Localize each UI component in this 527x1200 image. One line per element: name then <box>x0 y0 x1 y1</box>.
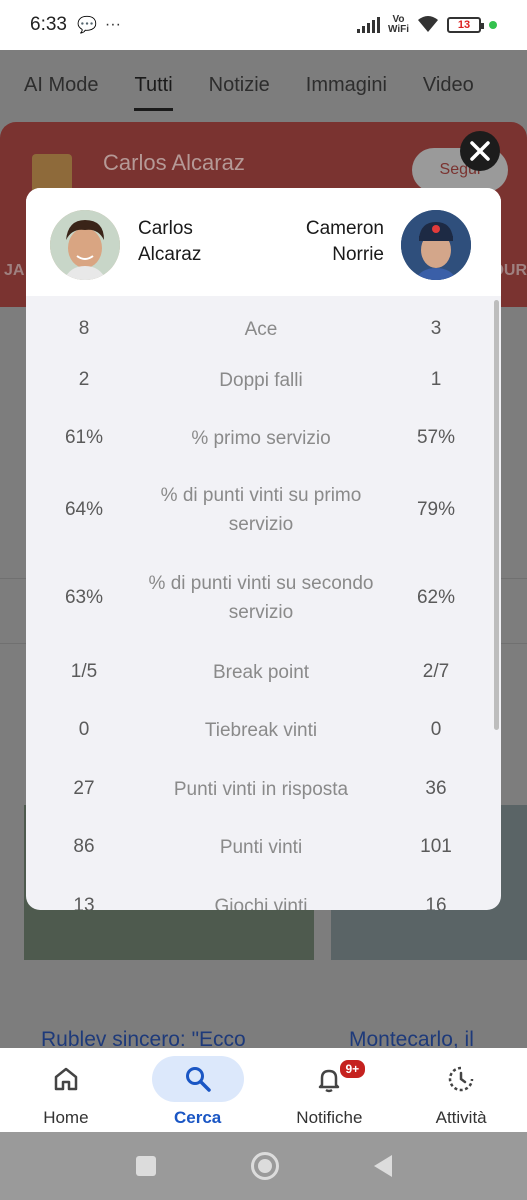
nav-label: Attività <box>435 1108 487 1127</box>
home-system-button[interactable] <box>250 1152 279 1180</box>
nav-home[interactable]: Home <box>0 1048 132 1132</box>
stat-right-value: 0 <box>430 719 442 740</box>
modal-header: Carlos Alcaraz Cameron Norrie <box>26 188 501 296</box>
activity-icon <box>448 1066 474 1092</box>
stat-row: 1/5 Break point 2/7 <box>26 639 501 705</box>
stat-label: Punti vinti in risposta <box>173 778 349 800</box>
battery-icon: 13 <box>447 17 484 33</box>
stat-left-value: 13 <box>73 895 95 910</box>
player-card-left-text: JA <box>4 262 25 279</box>
stat-left-value: 1/5 <box>70 661 98 682</box>
privacy-dot-icon <box>489 21 497 29</box>
nav-label: Cerca <box>173 1108 222 1127</box>
stat-left-value: 64% <box>64 499 104 520</box>
wifi-icon <box>417 15 439 36</box>
stat-row: 86 Punti vinti 101 <box>26 814 501 880</box>
stat-label: Giochi vinti <box>214 895 308 911</box>
stat-left-value: 2 <box>78 369 90 390</box>
nav-label: Home <box>43 1108 89 1127</box>
stat-row: 2 Doppi falli 1 <box>26 347 501 413</box>
stat-row: 64% % di punti vinti su primo servizio 7… <box>26 466 501 554</box>
nav-search[interactable]: Cerca <box>132 1048 264 1132</box>
stat-left-value: 61% <box>64 427 104 448</box>
match-stats-modal: Carlos Alcaraz Cameron Norrie 8 Ace 3 2 <box>26 188 501 910</box>
close-icon <box>470 141 490 161</box>
stat-row: 0 Tiebreak vinti 0 <box>26 697 501 763</box>
recents-button[interactable] <box>135 1156 156 1176</box>
more-icon: ··· <box>104 16 121 33</box>
scrollbar[interactable] <box>494 300 499 730</box>
stat-label: Break point <box>212 661 310 683</box>
vowifi-icon: Vo WiFi <box>387 14 409 35</box>
nav-activity[interactable]: Attività <box>395 1048 527 1132</box>
nav-notifications[interactable]: 9+ Notifiche <box>264 1048 396 1132</box>
stat-row: 61% % primo servizio 57% <box>26 405 501 471</box>
close-button[interactable] <box>460 131 500 171</box>
stat-left-value: 8 <box>78 318 90 339</box>
player-name-left: Carlos Alcaraz <box>138 218 202 265</box>
player-avatar-right <box>401 210 471 280</box>
stat-row: 13 Giochi vinti 16 <box>26 873 501 910</box>
stat-row: 27 Punti vinti in risposta 36 <box>26 756 501 822</box>
stat-left-value: 86 <box>73 836 95 857</box>
stat-label: % di punti vinti su primo servizio <box>160 485 362 535</box>
stat-right-value: 57% <box>416 427 456 448</box>
home-icon <box>54 1067 78 1091</box>
stat-right-value: 1 <box>430 369 442 390</box>
stat-right-value: 36 <box>425 778 447 799</box>
tab-immagini[interactable]: Immagini <box>306 74 387 97</box>
player-name-right: Cameron Norrie <box>305 218 384 265</box>
signal-icon <box>356 17 380 33</box>
notification-badge: 9+ <box>337 1058 368 1080</box>
stat-left-value: 0 <box>78 719 90 740</box>
chat-icon: 💬 <box>76 17 97 34</box>
stat-label: Ace <box>244 318 278 340</box>
tab-tutti[interactable]: Tutti <box>134 74 173 111</box>
stat-left-value: 63% <box>64 587 104 608</box>
tab-notizie[interactable]: Notizie <box>209 74 270 97</box>
bottom-navigation: Home Cerca 9+ Notifiche Attività <box>0 1048 527 1132</box>
stat-label: Tiebreak vinti <box>204 719 318 741</box>
stat-left-value: 27 <box>73 778 95 799</box>
stat-label: Punti vinti <box>219 836 303 858</box>
stat-label: Doppi falli <box>219 369 303 391</box>
stat-right-value: 16 <box>425 895 447 910</box>
tab-video[interactable]: Video <box>423 74 474 97</box>
stat-right-value: 101 <box>420 836 452 857</box>
player-avatar-left <box>50 210 120 280</box>
system-navigation-bar <box>0 1132 527 1200</box>
stat-label: % primo servizio <box>191 427 331 449</box>
player-card-name: Carlos Alcaraz <box>103 150 245 175</box>
status-time: 6:33 <box>30 14 67 35</box>
back-button[interactable] <box>373 1155 392 1177</box>
stat-row: 63% % di punti vinti su secondo servizio… <box>26 554 501 642</box>
status-bar: 6:33 💬 ··· Vo WiFi 13 <box>0 0 527 50</box>
nav-label: Notifiche <box>296 1108 363 1127</box>
search-tabs: AI Mode Tutti Notizie Immagini Video <box>0 50 527 120</box>
stat-right-value: 79% <box>416 499 456 520</box>
tab-ai-mode[interactable]: AI Mode <box>24 74 98 97</box>
search-icon <box>185 1067 211 1092</box>
stat-right-value: 2/7 <box>422 661 450 682</box>
stat-right-value: 62% <box>416 587 456 608</box>
stat-label: % di punti vinti su secondo servizio <box>148 573 374 623</box>
stat-right-value: 3 <box>430 318 442 339</box>
